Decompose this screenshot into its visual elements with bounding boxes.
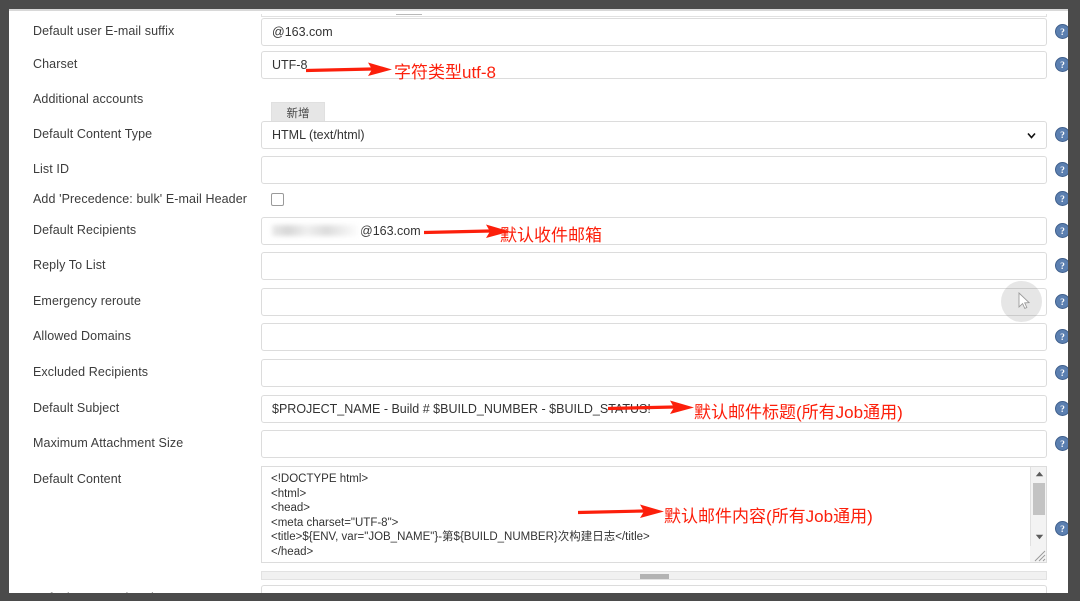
select-default-content-type-value: HTML (text/html): [272, 128, 365, 142]
help-question-icon[interactable]: ?: [1055, 329, 1068, 344]
input-maximum-attachment-size[interactable]: [261, 430, 1047, 458]
label-emergency-reroute: Emergency reroute: [33, 294, 141, 308]
checkbox-precedence-bulk-header[interactable]: [271, 193, 284, 206]
label-additional-accounts: Additional accounts: [33, 92, 144, 106]
help-question-icon[interactable]: ?: [1055, 365, 1068, 380]
annotation-text-default-recipients: 默认收件邮箱: [500, 226, 602, 245]
svg-text:?: ?: [1060, 298, 1065, 308]
svg-text:?: ?: [1060, 131, 1065, 141]
annotation-arrow-default-content: [578, 504, 664, 520]
help-question-icon[interactable]: ?: [1055, 258, 1068, 273]
label-default-pre-send-script: Default Pre-send Script: [33, 591, 165, 593]
label-default-user-email-suffix: Default user E-mail suffix: [33, 24, 175, 38]
label-default-content: Default Content: [33, 472, 122, 486]
previous-field-sliver: [261, 14, 1047, 17]
mouse-cursor-icon: [1018, 291, 1031, 310]
label-excluded-recipients: Excluded Recipients: [33, 365, 149, 379]
window-chrome-top: [0, 0, 1080, 9]
annotation-text-default-subject: 默认邮件标题(所有Job通用): [694, 403, 903, 422]
label-maximum-attachment-size: Maximum Attachment Size: [33, 436, 184, 450]
annotation-arrow-default-recipients: [424, 224, 510, 240]
svg-text:?: ?: [1060, 525, 1065, 535]
help-question-icon[interactable]: ?: [1055, 401, 1068, 416]
annotation-arrow-default-subject: [608, 400, 694, 416]
annotation-text-charset: 字符类型utf-8: [394, 63, 497, 82]
input-list-id[interactable]: [261, 156, 1047, 184]
help-question-icon[interactable]: ?: [1055, 127, 1068, 142]
svg-text:?: ?: [1060, 440, 1065, 450]
config-form-page: Default user E-mail suffix @163.com ? Ch…: [9, 14, 1068, 593]
input-reply-to-list[interactable]: [261, 252, 1047, 280]
svg-text:?: ?: [1060, 262, 1065, 272]
window-chrome-left: [0, 0, 9, 601]
label-default-content-type: Default Content Type: [33, 127, 153, 141]
svg-text:?: ?: [1060, 405, 1065, 415]
annotation-text-default-content: 默认邮件内容(所有Job通用): [664, 507, 873, 526]
input-default-user-email-suffix[interactable]: @163.com: [261, 18, 1047, 46]
svg-text:?: ?: [1060, 227, 1065, 237]
svg-text:?: ?: [1060, 195, 1065, 205]
window-chrome-bottom: [0, 593, 1080, 601]
help-question-icon[interactable]: ?: [1055, 223, 1068, 238]
label-reply-to-list: Reply To List: [33, 258, 106, 272]
textarea-horizontal-scroll-thumb[interactable]: [640, 574, 669, 579]
label-allowed-domains: Allowed Domains: [33, 329, 132, 343]
window-chrome-right: [1068, 0, 1080, 601]
resize-grip-icon[interactable]: [1030, 546, 1046, 562]
label-precedence-bulk-header: Add 'Precedence: bulk' E-mail Header: [33, 192, 248, 206]
annotation-arrow-charset: [306, 62, 392, 78]
label-default-subject: Default Subject: [33, 401, 120, 415]
select-default-content-type[interactable]: HTML (text/html): [261, 121, 1047, 149]
input-default-recipients[interactable]: @163.com: [261, 217, 1047, 245]
input-allowed-domains[interactable]: [261, 323, 1047, 351]
previous-field-scroll-thumb[interactable]: [396, 14, 422, 15]
label-default-recipients: Default Recipients: [33, 223, 137, 237]
textarea-scroll-thumb[interactable]: [1033, 483, 1045, 515]
help-question-icon[interactable]: ?: [1055, 24, 1068, 39]
label-list-id: List ID: [33, 162, 70, 176]
input-emergency-reroute[interactable]: [261, 288, 1047, 316]
screenshot-root: Default user E-mail suffix @163.com ? Ch…: [0, 0, 1080, 601]
label-charset: Charset: [33, 57, 78, 71]
textarea-vertical-scrollbar[interactable]: [1030, 467, 1046, 562]
svg-text:?: ?: [1060, 333, 1065, 343]
scroll-down-arrow-icon[interactable]: [1031, 530, 1046, 544]
input-default-pre-send-script[interactable]: [261, 585, 1047, 593]
help-question-icon[interactable]: ?: [1055, 191, 1068, 206]
help-question-icon[interactable]: ?: [1055, 436, 1068, 451]
help-question-icon[interactable]: ?: [1055, 521, 1068, 536]
window-inner-highlight: [9, 9, 1068, 11]
svg-text:?: ?: [1060, 28, 1065, 38]
svg-text:?: ?: [1060, 369, 1065, 379]
svg-text:?: ?: [1060, 61, 1065, 71]
input-excluded-recipients[interactable]: [261, 359, 1047, 387]
help-question-icon[interactable]: ?: [1055, 57, 1068, 72]
redacted-username: [272, 225, 360, 236]
textarea-horizontal-scrollbar[interactable]: [261, 571, 1047, 580]
scroll-up-arrow-icon[interactable]: [1031, 467, 1046, 481]
help-question-icon[interactable]: ?: [1055, 294, 1068, 309]
chevron-down-icon: [1027, 131, 1036, 140]
svg-text:?: ?: [1060, 166, 1065, 176]
input-default-recipients-value: @163.com: [360, 224, 421, 238]
help-question-icon[interactable]: ?: [1055, 162, 1068, 177]
